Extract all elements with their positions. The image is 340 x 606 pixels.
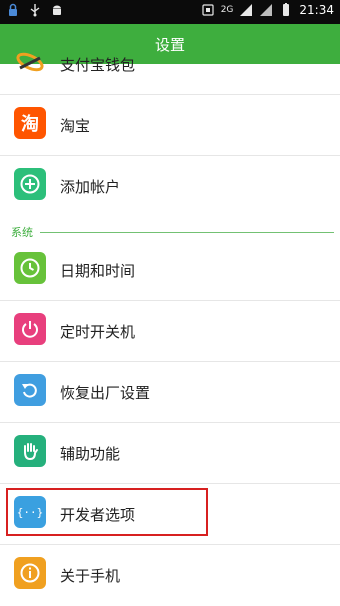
power-icon — [14, 313, 46, 345]
settings-item-taobao[interactable]: 淘 淘宝 — [0, 95, 340, 156]
sim-icon — [202, 4, 214, 16]
signal-icon — [240, 4, 253, 16]
alipay-icon — [14, 46, 46, 78]
settings-item-label: 辅助功能 — [60, 445, 121, 463]
clock-time: 21:34 — [299, 3, 334, 17]
taobao-icon: 淘 — [14, 107, 46, 139]
network-type-label: 2G — [220, 5, 234, 15]
reset-icon — [14, 374, 46, 406]
settings-item-label: 添加帐户 — [60, 178, 121, 196]
settings-item-accessibility[interactable]: 辅助功能 — [0, 423, 340, 484]
status-bar-right: 2G 21:34 — [201, 3, 334, 17]
settings-item-power-schedule[interactable]: 定时开关机 — [0, 301, 340, 362]
settings-item-label: 淘宝 — [60, 117, 91, 135]
section-label: 系统 — [11, 226, 33, 239]
settings-item-label: 支付宝钱包 — [60, 56, 136, 74]
battery-icon — [283, 3, 290, 16]
highlight-box — [6, 488, 208, 536]
settings-item-label: 恢复出厂设置 — [60, 384, 151, 402]
status-bar: 2G 21:34 — [0, 0, 340, 24]
section-divider — [40, 232, 334, 233]
hand-icon — [14, 435, 46, 467]
status-bar-left — [6, 3, 64, 17]
settings-item-add-account[interactable]: 添加帐户 — [0, 156, 340, 217]
signal-icon-2 — [260, 4, 273, 16]
settings-item-date-time[interactable]: 日期和时间 — [0, 240, 340, 301]
usb-icon — [30, 4, 40, 17]
clock-icon — [14, 252, 46, 284]
settings-item-label: 关于手机 — [60, 567, 121, 585]
settings-item-about-phone[interactable]: 关于手机 — [0, 545, 340, 606]
settings-item-factory-reset[interactable]: 恢复出厂设置 — [0, 362, 340, 423]
add-icon — [14, 168, 46, 200]
info-icon — [14, 557, 46, 589]
android-icon — [53, 5, 61, 15]
section-header-system: 系统 — [0, 223, 340, 241]
settings-item-label: 定时开关机 — [60, 323, 136, 341]
lock-icon — [9, 3, 17, 16]
settings-item-alipay[interactable]: 支付宝钱包 — [0, 34, 340, 95]
settings-item-label: 日期和时间 — [60, 262, 136, 280]
